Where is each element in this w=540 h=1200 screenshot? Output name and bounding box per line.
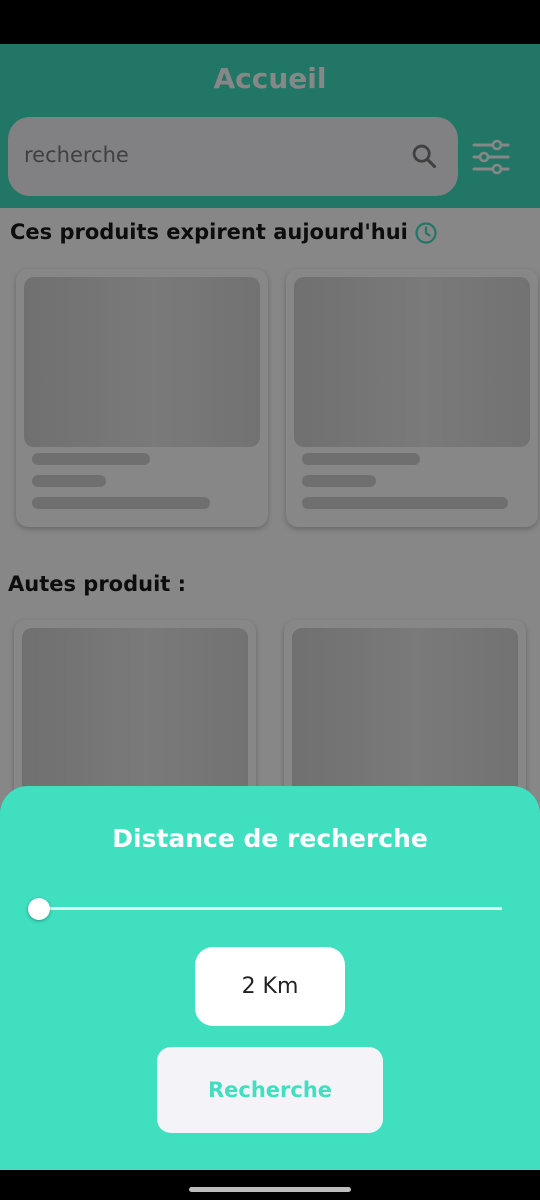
navigation-bar <box>0 1170 540 1200</box>
search-submit-button[interactable]: Recherche <box>157 1047 383 1133</box>
distance-value-box: 2 Km <box>195 947 345 1026</box>
slider-track[interactable] <box>40 907 502 910</box>
distance-slider[interactable] <box>28 894 502 924</box>
sheet-title: Distance de recherche <box>112 824 428 853</box>
slider-thumb[interactable] <box>28 898 50 920</box>
app-screen: Accueil Ces produits expirent aujourd'hu… <box>0 44 540 1170</box>
distance-bottom-sheet: Distance de recherche 2 Km Recherche <box>0 786 540 1170</box>
status-bar <box>0 0 540 44</box>
home-indicator[interactable] <box>189 1187 351 1192</box>
